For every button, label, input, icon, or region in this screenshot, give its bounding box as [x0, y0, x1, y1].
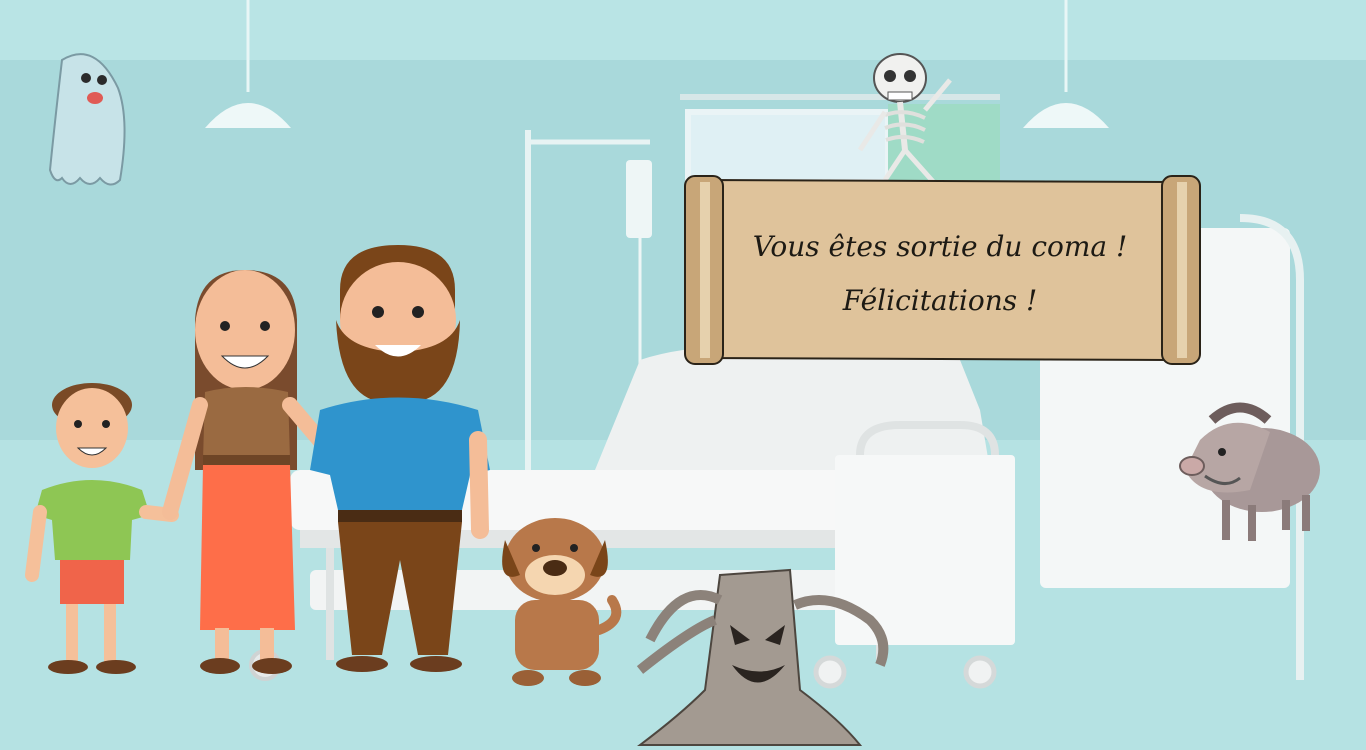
window	[685, 109, 891, 185]
curtain-rail	[680, 94, 1000, 100]
dialog-text: Vous êtes sortie du coma ! Félicitations…	[720, 220, 1160, 328]
dialog-line-2: Félicitations !	[842, 284, 1038, 317]
dialog-line-1: Vous êtes sortie du coma !	[752, 230, 1128, 263]
game-scene	[0, 0, 1366, 750]
upper-wall-band	[0, 0, 1366, 60]
